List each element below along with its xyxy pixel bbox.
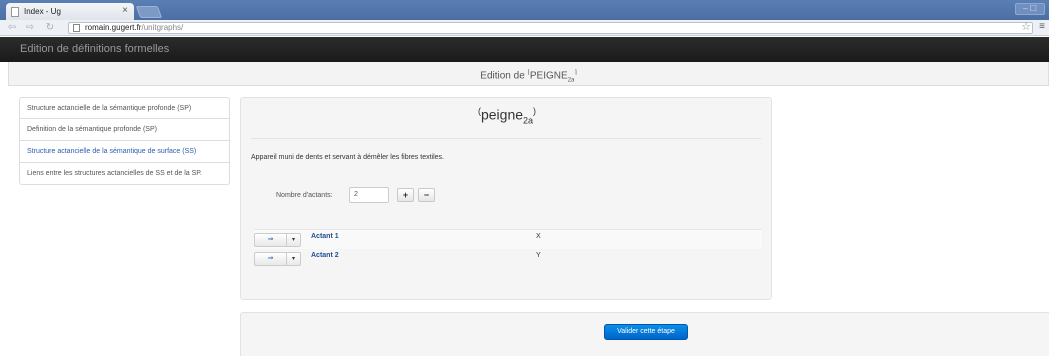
actant-count-label: Nombre d'actants: [276, 192, 333, 199]
sidebar-item-ss-structure[interactable]: Structure actancielle de la sémantique d… [19, 141, 230, 163]
actant-split-button: ⇒ ▾ [254, 252, 301, 266]
actant-count-input[interactable]: 2 [349, 187, 389, 203]
address-bar[interactable]: romain.gugert.fr/unitgraphs/ [68, 22, 1033, 34]
lemma-text: peigne [480, 106, 524, 123]
browser-toolbar: ⇦ ⇨ ↻ romain.gugert.fr/unitgraphs/ ☆ ≡ [0, 20, 1049, 36]
bookmark-star-icon[interactable]: ☆ [1021, 20, 1031, 33]
add-actant-button[interactable]: + [397, 188, 414, 202]
actant-split-button: ⇒ ▾ [254, 233, 301, 247]
sidebar-item-ss-sp-links[interactable]: Liens entre les structures actancielles … [19, 163, 230, 185]
validate-step-button[interactable]: Valider cette étape [604, 324, 688, 340]
actant-variable: Y [536, 252, 541, 259]
page-title-lemma: PEIGNE [529, 70, 568, 82]
back-icon[interactable]: ⇦ [6, 22, 18, 34]
menu-icon[interactable]: ≡ [1039, 21, 1045, 32]
page-title-prefix: Edition de [480, 70, 528, 82]
close-corner: ⌉ [574, 70, 577, 76]
chevron-down-icon[interactable]: ▾ [286, 252, 301, 266]
sidebar-item-sp-definition[interactable]: Definition de la sémantique profonde (SP… [19, 119, 230, 141]
page-icon [11, 7, 19, 17]
sidebar-nav: Structure actancielle de la sémantique p… [19, 97, 230, 185]
actant-name[interactable]: Actant 2 [311, 252, 339, 259]
tab-title: Index - Ug [24, 7, 61, 16]
table-row: ⇒ ▾ Actant 2 Y [254, 249, 762, 269]
sidebar-item-sp-structure[interactable]: Structure actancielle de la sémantique p… [19, 97, 230, 119]
main-panel: (peigne2a) Appareil muni de dents et ser… [240, 97, 772, 300]
browser-tab[interactable]: Index - Ug × [6, 3, 134, 20]
divider [251, 138, 761, 139]
lemma-sub: 2a [523, 115, 534, 126]
forward-icon[interactable]: ⇨ [24, 22, 36, 34]
table-row: ⇒ ▾ Actant 1 X [254, 229, 762, 249]
remove-actant-button[interactable]: − [418, 188, 435, 202]
chevron-down-icon[interactable]: ▾ [286, 233, 301, 247]
arrow-button[interactable]: ⇒ [254, 252, 287, 266]
page-title-lemma-sub: 2a [567, 77, 575, 84]
close-icon[interactable]: × [122, 5, 128, 16]
page-icon [73, 24, 80, 32]
app-brand[interactable]: Edition de définitions formelles [20, 43, 169, 55]
actant-table: ⇒ ▾ Actant 1 X ⇒ ▾ Actant 2 Y [254, 229, 762, 269]
app-navbar: Edition de définitions formelles [0, 37, 1049, 62]
actant-variable: X [536, 233, 541, 240]
reload-icon[interactable]: ↻ [44, 22, 56, 34]
actant-name[interactable]: Actant 1 [311, 233, 339, 240]
browser-tabstrip: Index - Ug × – ☐ [0, 0, 1049, 20]
arrow-button[interactable]: ⇒ [254, 233, 287, 247]
url-path: /unitgraphs/ [141, 23, 184, 32]
lemma-heading: (peigne2a) [241, 106, 773, 125]
lemma-close-paren: ) [533, 106, 537, 116]
new-tab-button[interactable] [135, 6, 163, 18]
window-controls[interactable]: – ☐ [1015, 3, 1045, 15]
page-title: Edition de ⌈PEIGNE2a⌉ [8, 62, 1049, 86]
url-host: romain.gugert.fr [85, 23, 142, 32]
action-panel: Valider cette étape [240, 312, 1049, 356]
definition-text: Appareil muni de dents et servant à démê… [251, 154, 444, 161]
